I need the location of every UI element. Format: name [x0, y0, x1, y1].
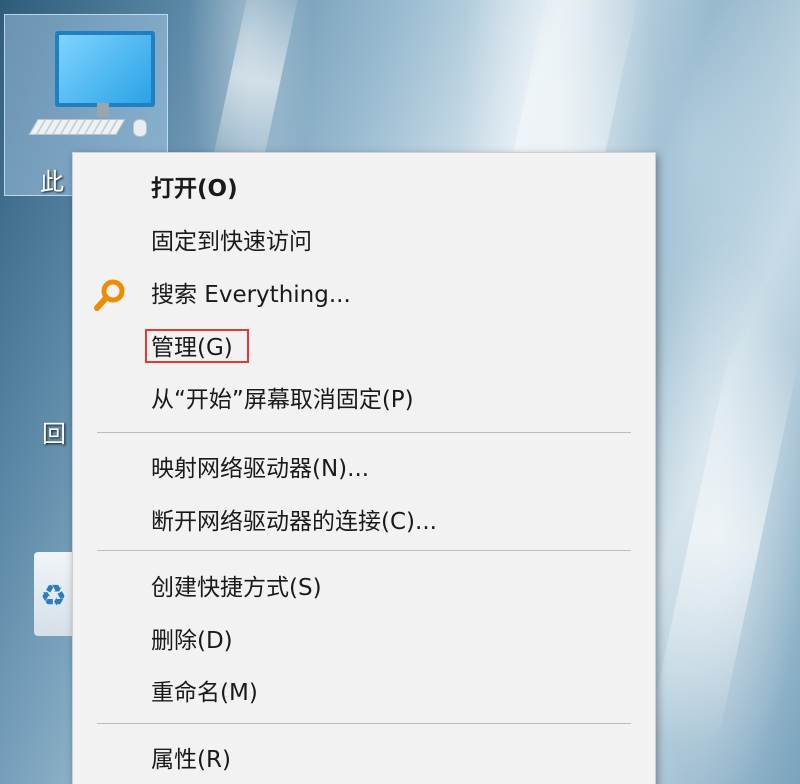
computer-icon: [55, 31, 155, 107]
menu-item-search-everything[interactable]: 搜索 Everything...: [73, 273, 655, 317]
context-menu: 打开(O) 固定到快速访问 搜索 Everything... 管理(G) 从“开…: [72, 152, 656, 784]
menu-item-delete[interactable]: 删除(D): [73, 619, 655, 663]
menu-item-label: 搜索 Everything...: [151, 282, 351, 308]
desktop-icon-label: 此: [40, 168, 64, 196]
menu-item-label: 映射网络驱动器(N)...: [151, 456, 370, 482]
magnifier-icon: [94, 279, 125, 311]
menu-item-rename[interactable]: 重命名(M): [73, 671, 655, 715]
menu-item-create-shortcut[interactable]: 创建快捷方式(S): [73, 566, 655, 610]
menu-separator: [97, 432, 631, 433]
menu-item-label: 重命名(M): [151, 680, 258, 706]
menu-separator: [97, 723, 631, 724]
menu-item-label: 属性(R): [151, 747, 231, 773]
menu-item-disconnect-network-drive[interactable]: 断开网络驱动器的连接(C)...: [73, 500, 655, 544]
desktop-icon-label: 回: [42, 420, 66, 448]
menu-item-label: 固定到快速访问: [151, 229, 312, 255]
menu-item-unpin-start[interactable]: 从“开始”屏幕取消固定(P): [73, 378, 655, 422]
monitor-stand: [97, 103, 109, 117]
menu-item-pin-quick-access[interactable]: 固定到快速访问: [73, 220, 655, 264]
menu-item-map-network-drive[interactable]: 映射网络驱动器(N)...: [73, 447, 655, 491]
menu-item-manage[interactable]: 管理(G): [73, 326, 655, 370]
menu-separator: [97, 550, 631, 551]
menu-item-label: 删除(D): [151, 628, 233, 654]
menu-item-label: 管理(G): [151, 335, 233, 361]
menu-item-label: 打开(O): [151, 176, 238, 202]
recycle-symbol-icon: ♻: [40, 579, 67, 614]
menu-item-label: 从“开始”屏幕取消固定(P): [151, 387, 414, 413]
keyboard-icon: [28, 119, 126, 135]
menu-item-label: 创建快捷方式(S): [151, 575, 322, 601]
wallpaper-streak: [647, 327, 800, 753]
menu-item-properties[interactable]: 属性(R): [73, 738, 655, 782]
menu-item-label: 断开网络驱动器的连接(C)...: [151, 509, 437, 535]
mouse-icon: [133, 119, 147, 137]
menu-item-open[interactable]: 打开(O): [73, 167, 655, 211]
